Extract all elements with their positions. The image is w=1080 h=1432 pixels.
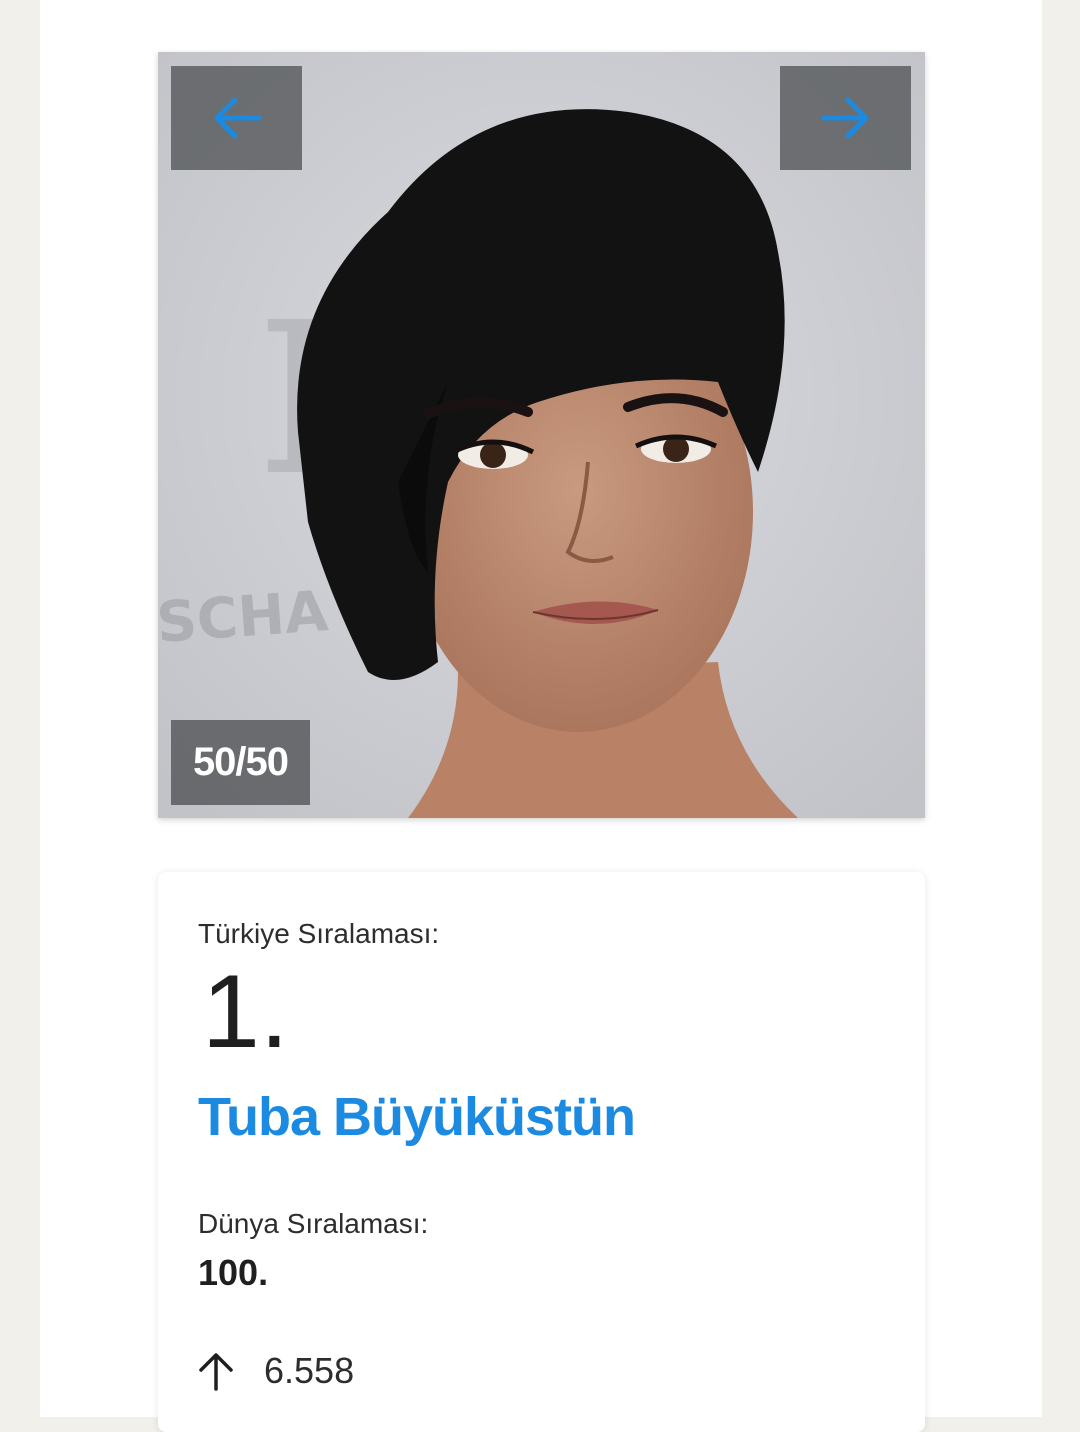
photo-counter: 50/50 — [171, 720, 310, 805]
turkey-rank-value: 1. — [202, 954, 289, 1070]
world-rank-label: Dünya Sıralaması: — [198, 1208, 429, 1239]
arrow-up-icon — [199, 1353, 233, 1391]
prev-photo-button[interactable] — [171, 66, 302, 170]
ranking-card: Türkiye Sıralaması: 1. Tuba Büyüküstün D… — [158, 872, 925, 1432]
celebrity-name-link[interactable]: Tuba Büyüküstün — [198, 1086, 636, 1148]
world-rank-value: 100. — [198, 1252, 269, 1293]
rank-change: 6.558 — [198, 1350, 354, 1392]
arrow-left-icon — [214, 97, 261, 139]
next-photo-button[interactable] — [780, 66, 911, 170]
turkey-rank-label: Türkiye Sıralaması: — [198, 918, 440, 949]
arrow-right-icon — [821, 97, 868, 139]
photo-gallery[interactable]: I SCHA EN — [158, 52, 925, 818]
rank-change-value: 6.558 — [264, 1350, 355, 1391]
